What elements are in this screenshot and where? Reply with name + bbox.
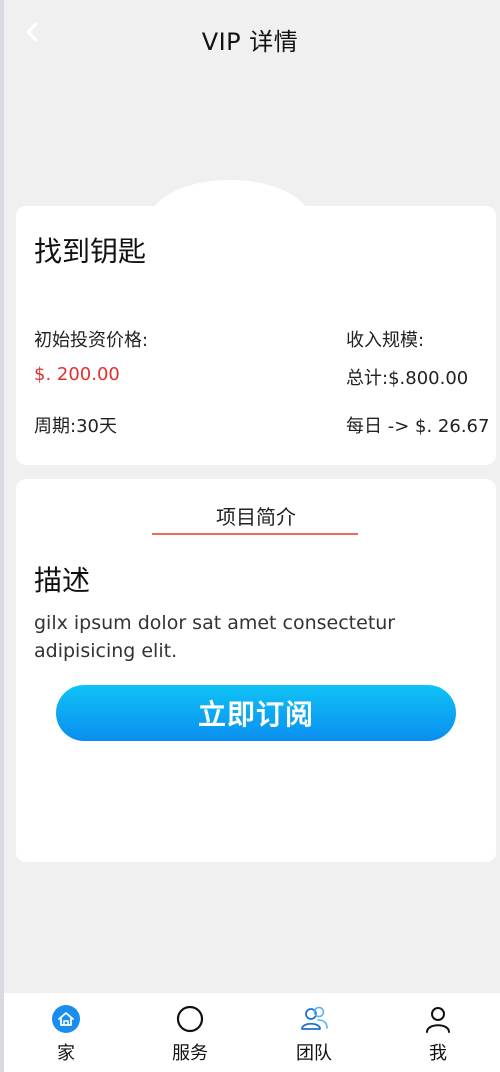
section-title: 项目简介 (216, 505, 296, 529)
initial-investment-label: 初始投资价格: (34, 330, 149, 351)
user-icon (422, 1003, 454, 1035)
team-icon (298, 1003, 330, 1035)
vip-detail-page: VIP 详情 找到钥匙 初始投资价格: $. 200.00 周期:30天 收入规… (0, 0, 500, 1072)
tab-me-label: 我 (429, 1043, 447, 1064)
circle-icon (174, 1003, 206, 1035)
period-label: 周期:30天 (34, 416, 117, 437)
plan-name: 找到钥匙 (34, 235, 147, 268)
initial-investment-value: $. 200.00 (34, 364, 120, 385)
income-scale-label: 收入规模: (346, 330, 425, 351)
tab-team[interactable]: 团队 (252, 993, 376, 1072)
subscribe-button[interactable]: 立即订阅 (56, 685, 456, 741)
left-edge (0, 0, 4, 1072)
tab-services-label: 服务 (172, 1043, 208, 1064)
description-title: 描述 (34, 564, 91, 597)
tab-team-label: 团队 (296, 1043, 332, 1064)
page-title: VIP 详情 (201, 28, 299, 56)
tab-services[interactable]: 服务 (128, 993, 252, 1072)
section-underline (152, 533, 358, 535)
tab-home-label: 家 (57, 1043, 75, 1064)
tab-home[interactable]: 家 (4, 993, 128, 1072)
tab-me[interactable]: 我 (376, 993, 500, 1072)
total-income: 总计:$.800.00 (346, 368, 469, 389)
plan-card: 找到钥匙 初始投资价格: $. 200.00 周期:30天 收入规模: 总计:$… (16, 206, 496, 465)
intro-card: 项目简介 描述 gilx ipsum dolor sat amet consec… (16, 479, 496, 862)
bottom-tab-bar: 家 服务 团队 我 (4, 993, 500, 1072)
description-body: gilx ipsum dolor sat amet consectetur ad… (34, 612, 396, 662)
home-icon (50, 1003, 82, 1035)
daily-income: 每日 -> $. 26.67 (346, 416, 490, 437)
